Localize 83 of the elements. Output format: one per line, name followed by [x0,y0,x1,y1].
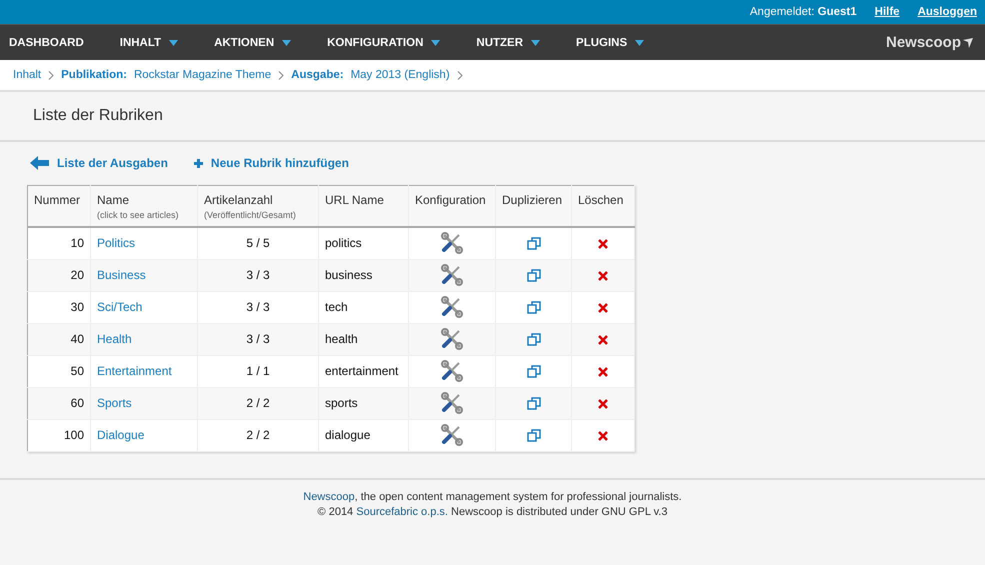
tools-icon[interactable] [441,296,463,318]
table-cell: sports [325,396,358,410]
table-cell: 2 / 2 [246,428,270,442]
table-cell: 30 [70,300,84,314]
section-link[interactable]: Business [97,268,146,282]
chevron-icon [456,70,463,80]
table-cell: 100 [64,428,84,442]
chevron-icon [278,70,284,80]
top-link[interactable]: Hilfe [874,6,900,18]
nav-item[interactable]: NUTZER [476,36,540,48]
copy-icon[interactable] [526,333,540,346]
nav-item[interactable]: INHALT [120,36,178,48]
table-cell: entertainment [325,364,398,378]
table-cell: 3 / 3 [246,300,270,314]
plus-icon [194,158,203,168]
table-cell: health [325,332,358,346]
footer-text: © 2014 Sourcefabric o.p.s. Newscoop is distributed under GNU GPL v.3 [316,504,668,520]
table-cell: dialogue [325,428,370,442]
table-cell: 20 [70,268,84,282]
table-cell: 50 [70,364,84,378]
tools-icon[interactable] [441,232,463,254]
section-link[interactable]: Sports [97,396,132,410]
tools-icon[interactable] [441,424,463,446]
section-link[interactable]: Entertainment [97,364,172,378]
copy-icon[interactable] [526,237,540,250]
delete-icon[interactable] [598,302,608,313]
nav-item[interactable]: KONFIGURATION [327,36,440,48]
copy-icon[interactable] [526,301,540,314]
page-title: Liste der Rubriken [33,107,163,125]
table-cell: 10 [70,236,84,250]
breadcrumb-link[interactable]: May 2013 (English) [350,69,450,81]
column-header: Artikelanzahl (Veröffentlicht/Gesamt) [198,186,318,227]
delete-icon[interactable] [598,430,608,441]
column-header: Konfiguration [408,186,496,227]
column-header: Duplizieren [496,186,572,227]
table-cell: 1 / 1 [246,364,270,378]
footer-text: Newscoop, the open content management system for professional journalists. [302,490,683,504]
table-cell: tech [325,300,348,314]
nav-item[interactable]: DASHBOARD [9,36,84,48]
nav-item[interactable]: AKTIONEN [214,36,292,48]
breadcrumb-label: Publikation: [61,69,127,81]
table-cell: 3 / 3 [246,332,270,346]
table-cell: business [325,268,372,282]
delete-icon[interactable] [598,398,608,409]
footer-link[interactable]: Newscoop [303,490,355,502]
tools-icon[interactable] [441,328,463,350]
table-cell: 2 / 2 [246,396,270,410]
logo: Newscoop [886,34,973,51]
column-header: Name (click to see articles) [90,186,198,227]
copy-icon[interactable] [526,269,540,282]
footer-link[interactable]: Sourcefabric o.p.s. [356,506,448,518]
section-link[interactable]: Health [97,332,132,346]
breadcrumb-link[interactable]: Inhalt [13,69,42,81]
login-status: Angemeldet: Guest1 [750,6,857,18]
table-cell: 3 / 3 [246,268,270,282]
chevron-icon [48,70,54,80]
copy-icon[interactable] [526,429,540,442]
arrow-left-icon [30,156,49,170]
copy-icon[interactable] [526,365,540,378]
delete-icon[interactable] [598,270,608,281]
table-cell: 40 [70,332,84,346]
breadcrumb-link[interactable]: Rockstar Magazine Theme [134,69,272,81]
tools-icon[interactable] [441,360,463,382]
top-link[interactable]: Ausloggen [918,6,977,18]
section-link[interactable]: Politics [97,236,136,250]
breadcrumb-label: Ausgabe: [291,69,344,81]
section-link[interactable]: Sci/Tech [97,300,142,314]
delete-icon[interactable] [598,366,608,377]
tools-icon[interactable] [441,392,463,414]
delete-icon[interactable] [598,334,608,345]
column-header: Löschen [572,186,634,227]
tools-icon[interactable] [441,264,463,286]
table-cell: 60 [70,396,84,410]
column-header: Nummer [28,186,90,227]
table-cell: politics [325,236,362,250]
nav-item[interactable]: PLUGINS [576,36,644,48]
copy-icon[interactable] [526,397,540,410]
back-link[interactable]: Liste der Ausgaben [30,156,168,170]
section-link[interactable]: Dialogue [97,428,144,442]
delete-icon[interactable] [598,239,608,250]
table-cell: 5 / 5 [246,236,270,250]
column-header: URL Name [318,186,408,227]
add-link[interactable]: Neue Rubrik hinzufügen [194,156,349,170]
